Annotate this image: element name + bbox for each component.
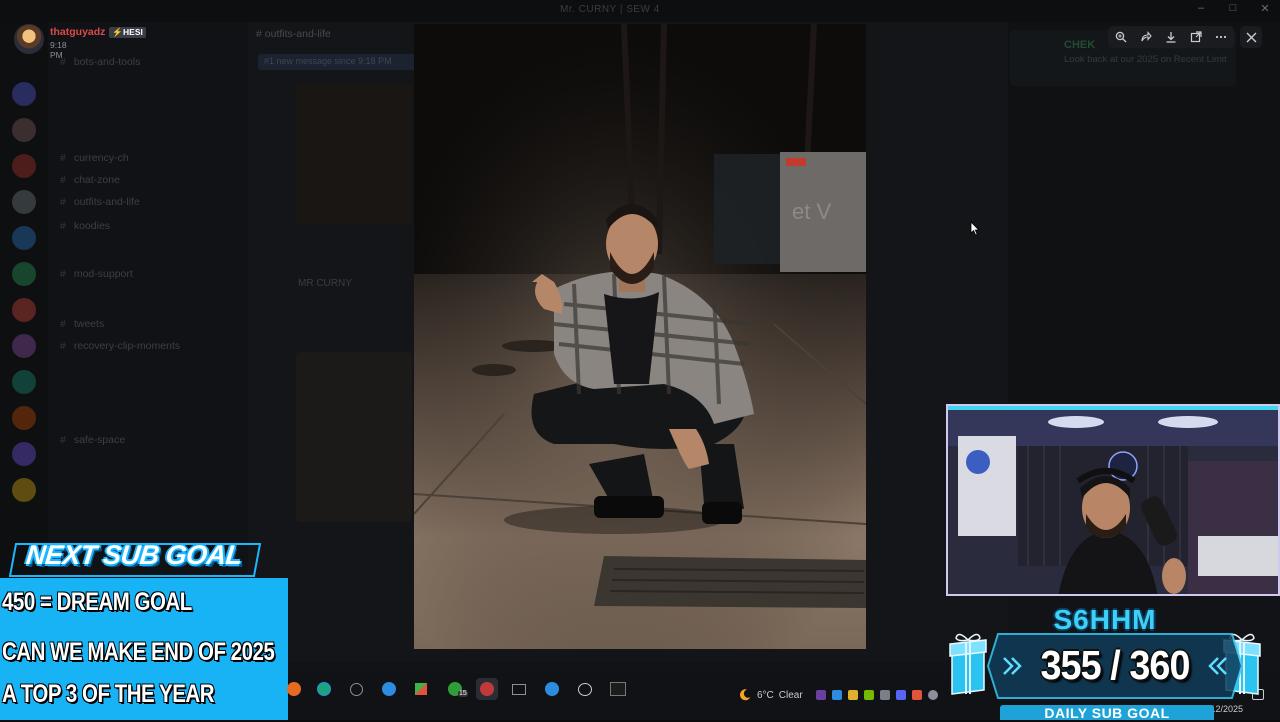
tray-icon[interactable] xyxy=(848,690,858,700)
window-controls: – □ ✕ xyxy=(1194,2,1272,15)
more-icon[interactable] xyxy=(1212,28,1230,46)
avatar[interactable] xyxy=(14,24,44,54)
play-icon[interactable] xyxy=(541,678,563,700)
server-rail xyxy=(0,22,48,582)
streamer-camera xyxy=(948,406,1278,594)
latest-subscriber-name: S6HHM xyxy=(1053,604,1157,635)
notification-tag: CHEK xyxy=(1064,39,1096,51)
message-image[interactable] xyxy=(296,352,412,522)
sub-counter-panel: 355 / 360 xyxy=(958,630,1272,702)
jump-to-unread-bar[interactable]: #1 new message since 9:18 PM xyxy=(258,54,418,70)
server-icon[interactable] xyxy=(12,442,36,466)
server-icon[interactable] xyxy=(12,154,36,178)
goal-line: 450 = DREAM GOAL xyxy=(2,588,192,616)
download-icon[interactable] xyxy=(1162,28,1180,46)
channel-item[interactable]: # tweets xyxy=(60,318,104,330)
firefox-icon[interactable] xyxy=(283,678,305,700)
server-icon[interactable] xyxy=(12,226,36,250)
open-external-icon[interactable] xyxy=(1187,28,1205,46)
server-icon[interactable] xyxy=(12,478,36,502)
excel-icon[interactable] xyxy=(508,678,530,700)
chrome-icon[interactable] xyxy=(345,678,367,700)
media-viewer-image[interactable]: et V xyxy=(414,24,866,649)
server-icon[interactable] xyxy=(12,118,36,142)
channel-item[interactable]: # outfits-and-life xyxy=(60,196,140,208)
message-image[interactable] xyxy=(296,84,412,224)
photos-icon[interactable] xyxy=(410,678,432,700)
server-icon[interactable] xyxy=(12,190,36,214)
channel-list: # bots-and-tools # currency-ch # chat-zone … xyxy=(48,22,248,582)
maximize-icon[interactable]: □ xyxy=(1226,2,1240,15)
minimize-icon[interactable]: – xyxy=(1194,2,1208,15)
xbox-badge: 15 xyxy=(458,690,468,697)
goal-line: A TOP 3 OF THE YEAR xyxy=(2,680,215,708)
window-titlebar: Mr. CURNY | SEW 4 – □ ✕ xyxy=(0,0,1280,22)
next-sub-goal-title: NEXT SUB GOAL xyxy=(8,540,262,578)
tray-icon[interactable] xyxy=(816,690,826,700)
media-player-icon[interactable] xyxy=(378,678,400,700)
server-icon[interactable] xyxy=(12,334,36,358)
tray-icon[interactable] xyxy=(880,690,890,700)
svg-text:et V: et V xyxy=(792,199,831,224)
server-icon[interactable] xyxy=(12,262,36,286)
channel-item[interactable]: # recovery-clip-moments xyxy=(60,340,180,352)
weather-condition: Clear xyxy=(778,689,803,701)
goal-line: CAN WE MAKE END OF 2025 xyxy=(2,638,275,666)
tray-discord-icon[interactable] xyxy=(896,690,906,700)
forward-icon[interactable] xyxy=(1137,28,1155,46)
author-name[interactable]: thatguyadz ⚡HESI xyxy=(50,26,146,38)
post-time: 9:18 PM xyxy=(50,40,67,60)
webcam-feed xyxy=(946,404,1280,596)
daily-sub-goal-label: DAILY SUB GOAL xyxy=(1000,705,1214,721)
message-text: MR CURNY xyxy=(298,278,352,289)
xbox-icon[interactable]: 15 xyxy=(444,678,468,700)
moon-icon xyxy=(739,689,751,701)
sub-goal-panel: 450 = DREAM GOAL CAN WE MAKE END OF 2025… xyxy=(0,578,288,720)
callofduty-icon[interactable] xyxy=(607,678,629,700)
mouse-cursor-icon xyxy=(970,221,980,241)
photo-man-crouching: et V xyxy=(414,24,866,649)
discord-icon[interactable] xyxy=(476,678,498,700)
viewer-toolbar xyxy=(1108,26,1234,48)
server-icon[interactable] xyxy=(12,82,36,106)
keyboard-icon[interactable] xyxy=(574,678,596,700)
server-icon[interactable] xyxy=(12,370,36,394)
channel-item[interactable]: # bots-and-tools xyxy=(60,56,140,68)
notification-message: Look back at our 2025 on Recent Limit xyxy=(1064,54,1227,65)
zoom-icon[interactable] xyxy=(1112,28,1130,46)
channel-item[interactable]: # currency-ch xyxy=(60,152,129,164)
weather-temp: 6°C xyxy=(757,689,774,701)
nvidia-icon[interactable] xyxy=(864,690,874,700)
channel-item[interactable]: # koodies xyxy=(60,220,110,232)
chat-header: # outfits-and-life xyxy=(256,28,331,40)
tray-icon[interactable] xyxy=(912,690,922,700)
clan-badge: ⚡HESI xyxy=(109,27,146,38)
server-icon[interactable] xyxy=(12,298,36,322)
channel-item[interactable]: # safe-space xyxy=(60,434,125,446)
edge-icon[interactable] xyxy=(313,678,335,700)
window-title: Mr. CURNY | SEW 4 xyxy=(560,4,660,15)
tray-icon[interactable] xyxy=(832,690,842,700)
weather-widget[interactable]: 6°C Clear xyxy=(738,688,803,702)
close-window-icon[interactable]: ✕ xyxy=(1258,2,1272,15)
channel-item[interactable]: # chat-zone xyxy=(60,174,120,186)
close-icon[interactable] xyxy=(1240,26,1262,48)
channel-item[interactable]: # mod-support xyxy=(60,268,133,280)
sub-counter: 355 / 360 xyxy=(1040,642,1190,688)
server-icon[interactable] xyxy=(12,406,36,430)
tray-icon[interactable] xyxy=(928,690,938,700)
